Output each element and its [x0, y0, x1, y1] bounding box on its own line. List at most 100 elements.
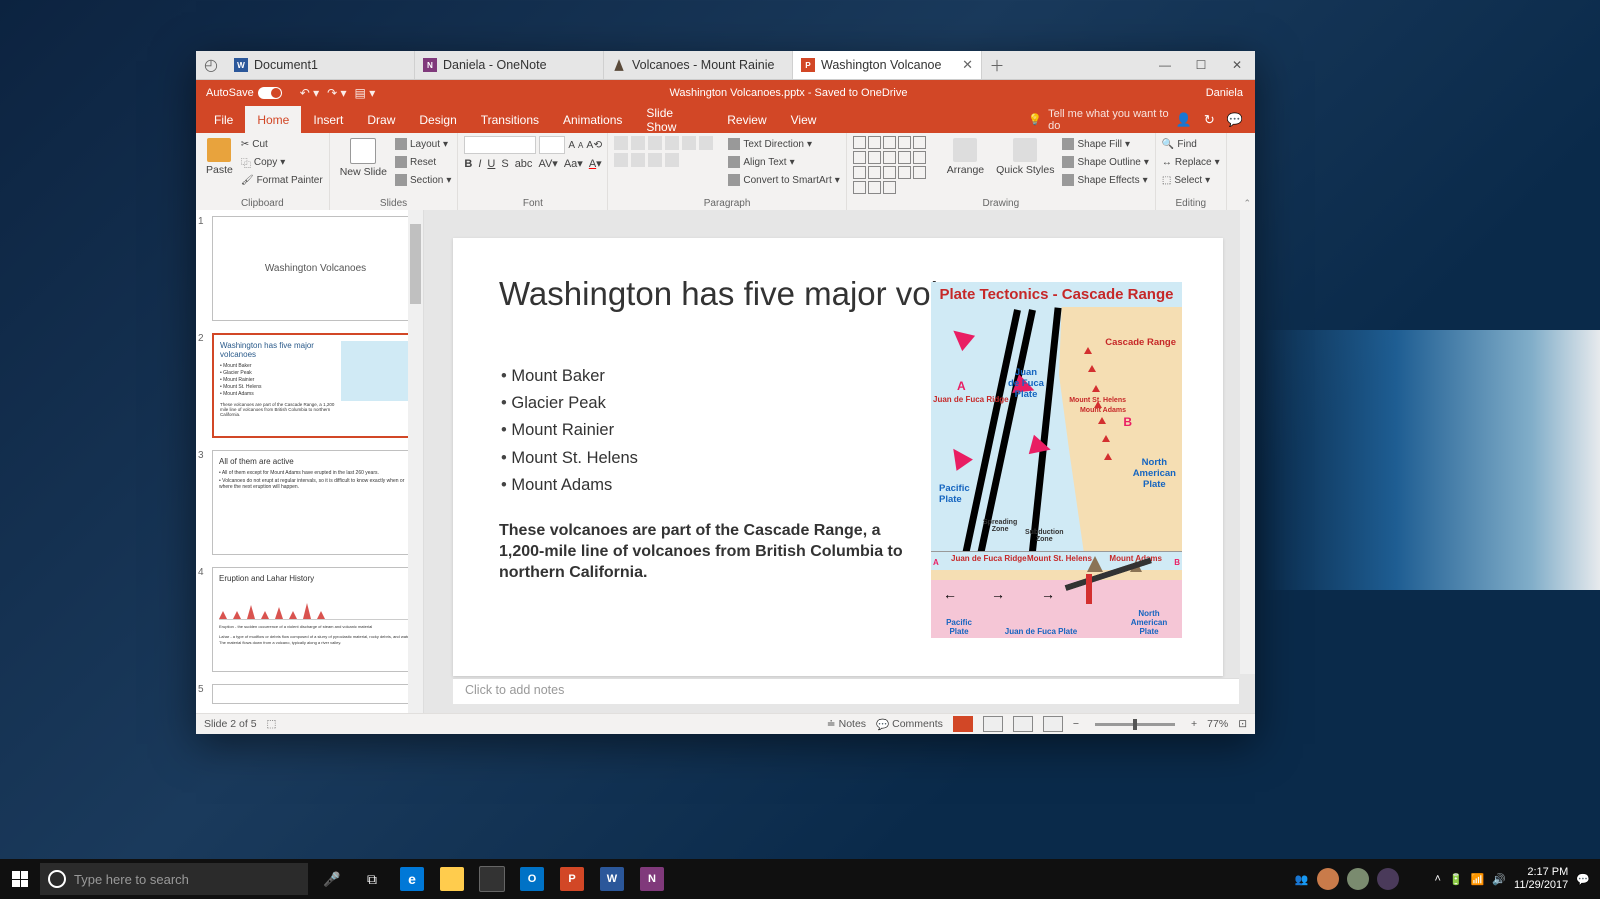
- thumbnail-slide-1[interactable]: 1 Washington Volcanoes: [196, 210, 423, 327]
- shadow-button[interactable]: abc: [515, 158, 533, 170]
- people-contact-3[interactable]: [1377, 868, 1399, 890]
- ribbon-tab-slideshow[interactable]: Slide Show: [634, 106, 715, 133]
- ribbon-tab-animations[interactable]: Animations: [551, 106, 634, 133]
- notes-pane[interactable]: Click to add notes: [453, 678, 1239, 704]
- start-button[interactable]: [0, 859, 40, 899]
- redo-button[interactable]: ↷ ▾: [327, 86, 346, 100]
- editor-vertical-scrollbar[interactable]: [1240, 210, 1255, 674]
- taskbar-app-word[interactable]: W: [592, 859, 632, 899]
- tab-document1[interactable]: W Document1: [226, 51, 415, 79]
- clear-formatting-button[interactable]: A⟲: [586, 139, 602, 151]
- bullets-button[interactable]: [614, 136, 628, 150]
- paste-button[interactable]: Paste: [202, 136, 237, 178]
- taskbar-search[interactable]: Type here to search: [40, 863, 308, 895]
- notes-button[interactable]: ≐ Notes: [827, 718, 866, 730]
- undo-button[interactable]: ↶ ▾: [300, 86, 319, 100]
- slide-indicator[interactable]: Slide 2 of 5: [204, 718, 257, 730]
- slide-paragraph[interactable]: These volcanoes are part of the Cascade …: [499, 521, 909, 583]
- grow-font-button[interactable]: A: [568, 140, 575, 151]
- tab-nps[interactable]: Volcanoes - Mount Rainie: [604, 51, 793, 79]
- comments-button[interactable]: 💬 Comments: [876, 718, 943, 731]
- taskbar-app-edge[interactable]: e: [392, 859, 432, 899]
- task-view-button[interactable]: ⧉: [352, 859, 392, 899]
- align-center-button[interactable]: [614, 153, 628, 167]
- zoom-out-button[interactable]: −: [1073, 718, 1079, 730]
- maximize-button[interactable]: ☐: [1183, 51, 1219, 79]
- taskbar-app-outlook[interactable]: O: [512, 859, 552, 899]
- collapse-ribbon-button[interactable]: ⌃: [1243, 198, 1251, 209]
- quick-styles-button[interactable]: Quick Styles: [992, 136, 1058, 178]
- thumbnails-scrollbar[interactable]: [408, 210, 423, 714]
- people-contact-2[interactable]: [1347, 868, 1369, 890]
- action-center-button[interactable]: 💬: [1576, 873, 1590, 886]
- replace-button[interactable]: ↔Replace ▾: [1162, 154, 1220, 170]
- tab-history-button[interactable]: ◴: [196, 51, 226, 79]
- tray-volume-icon[interactable]: 🔊: [1492, 873, 1506, 886]
- thumbnail-slide-3[interactable]: 3 All of them are active • All of them e…: [196, 444, 423, 561]
- ribbon-tab-transitions[interactable]: Transitions: [469, 106, 551, 133]
- numbering-button[interactable]: [631, 136, 645, 150]
- font-size-dropdown[interactable]: [539, 136, 565, 154]
- layout-button[interactable]: Layout ▾: [395, 136, 451, 152]
- thumbnail-slide-4[interactable]: 4 Eruption and Lahar History Eruption - …: [196, 561, 423, 678]
- slideshow-view-button[interactable]: [1043, 716, 1063, 732]
- align-right-button[interactable]: [631, 153, 645, 167]
- align-left-button[interactable]: [699, 136, 713, 150]
- ribbon-tab-insert[interactable]: Insert: [301, 106, 355, 133]
- bold-button[interactable]: B: [464, 158, 472, 170]
- tray-wifi-icon[interactable]: 📶: [1471, 873, 1485, 886]
- copy-button[interactable]: ⿻Copy ▾: [241, 154, 323, 170]
- taskbar-app-movies[interactable]: [472, 859, 512, 899]
- dec-indent-button[interactable]: [648, 136, 662, 150]
- autosave-toggle[interactable]: AutoSave: [196, 87, 292, 99]
- underline-button[interactable]: U: [487, 158, 495, 170]
- arrange-button[interactable]: Arrange: [943, 136, 988, 178]
- tab-onenote[interactable]: N Daniela - OneNote: [415, 51, 604, 79]
- shape-fill-button[interactable]: Shape Fill ▾: [1062, 136, 1148, 152]
- tab-powerpoint[interactable]: P Washington Volcanoe ✕: [793, 51, 982, 79]
- zoom-slider[interactable]: [1095, 723, 1175, 726]
- cortana-mic-button[interactable]: 🎤: [312, 859, 352, 899]
- italic-button[interactable]: I: [478, 158, 481, 170]
- strikethrough-button[interactable]: S: [501, 158, 508, 170]
- zoom-level[interactable]: 77%: [1207, 718, 1228, 730]
- tab-close-button[interactable]: ✕: [962, 57, 973, 73]
- ribbon-tab-review[interactable]: Review: [715, 106, 778, 133]
- inc-indent-button[interactable]: [665, 136, 679, 150]
- ribbon-tab-design[interactable]: Design: [407, 106, 468, 133]
- document-title[interactable]: Washington Volcanoes.pptx - Saved to One…: [383, 87, 1193, 99]
- people-button[interactable]: 👥: [1295, 873, 1309, 886]
- shapes-gallery[interactable]: [853, 136, 939, 194]
- line-spacing-button[interactable]: [682, 136, 696, 150]
- tray-battery-icon[interactable]: 🔋: [1449, 873, 1463, 886]
- comments-button[interactable]: 💬: [1227, 112, 1243, 128]
- ribbon-tab-draw[interactable]: Draw: [355, 106, 407, 133]
- format-painter-button[interactable]: 🖌Format Painter: [241, 172, 323, 188]
- history-button[interactable]: ↻: [1204, 112, 1215, 128]
- zoom-in-button[interactable]: +: [1191, 718, 1197, 730]
- ribbon-tab-home[interactable]: Home: [245, 106, 301, 133]
- slide-bullets[interactable]: Mount Baker Glacier Peak Mount Rainier M…: [501, 363, 638, 499]
- font-family-dropdown[interactable]: [464, 136, 536, 154]
- plate-tectonics-diagram[interactable]: Plate Tectonics - Cascade Range Cascad: [931, 282, 1182, 632]
- slide-sorter-view-button[interactable]: [983, 716, 1003, 732]
- char-spacing-button[interactable]: AV▾: [538, 157, 557, 170]
- cut-button[interactable]: ✂Cut: [241, 136, 323, 152]
- reset-button[interactable]: Reset: [395, 154, 451, 170]
- slide-canvas[interactable]: Washington has five major volcanoes Moun…: [453, 238, 1223, 676]
- fit-to-window-button[interactable]: ⊡: [1238, 718, 1247, 730]
- select-button[interactable]: ⬚Select ▾: [1162, 172, 1220, 188]
- align-text-button[interactable]: Align Text ▾: [728, 154, 839, 170]
- normal-view-button[interactable]: [953, 716, 973, 732]
- font-color-button[interactable]: A▾: [589, 157, 602, 170]
- ribbon-tab-view[interactable]: View: [779, 106, 829, 133]
- justify-button[interactable]: [648, 153, 662, 167]
- section-button[interactable]: Section ▾: [395, 172, 451, 188]
- thumbnail-slide-2[interactable]: 2 Washington has five major volcanoes • …: [196, 327, 423, 444]
- start-from-beginning-button[interactable]: ▤ ▾: [355, 86, 376, 100]
- convert-smartart-button[interactable]: Convert to SmartArt ▾: [728, 172, 839, 188]
- taskbar-app-explorer[interactable]: [432, 859, 472, 899]
- new-tab-button[interactable]: ＋: [982, 51, 1012, 79]
- tray-chevron[interactable]: ˄: [1435, 873, 1441, 885]
- user-name[interactable]: Daniela: [1194, 87, 1255, 99]
